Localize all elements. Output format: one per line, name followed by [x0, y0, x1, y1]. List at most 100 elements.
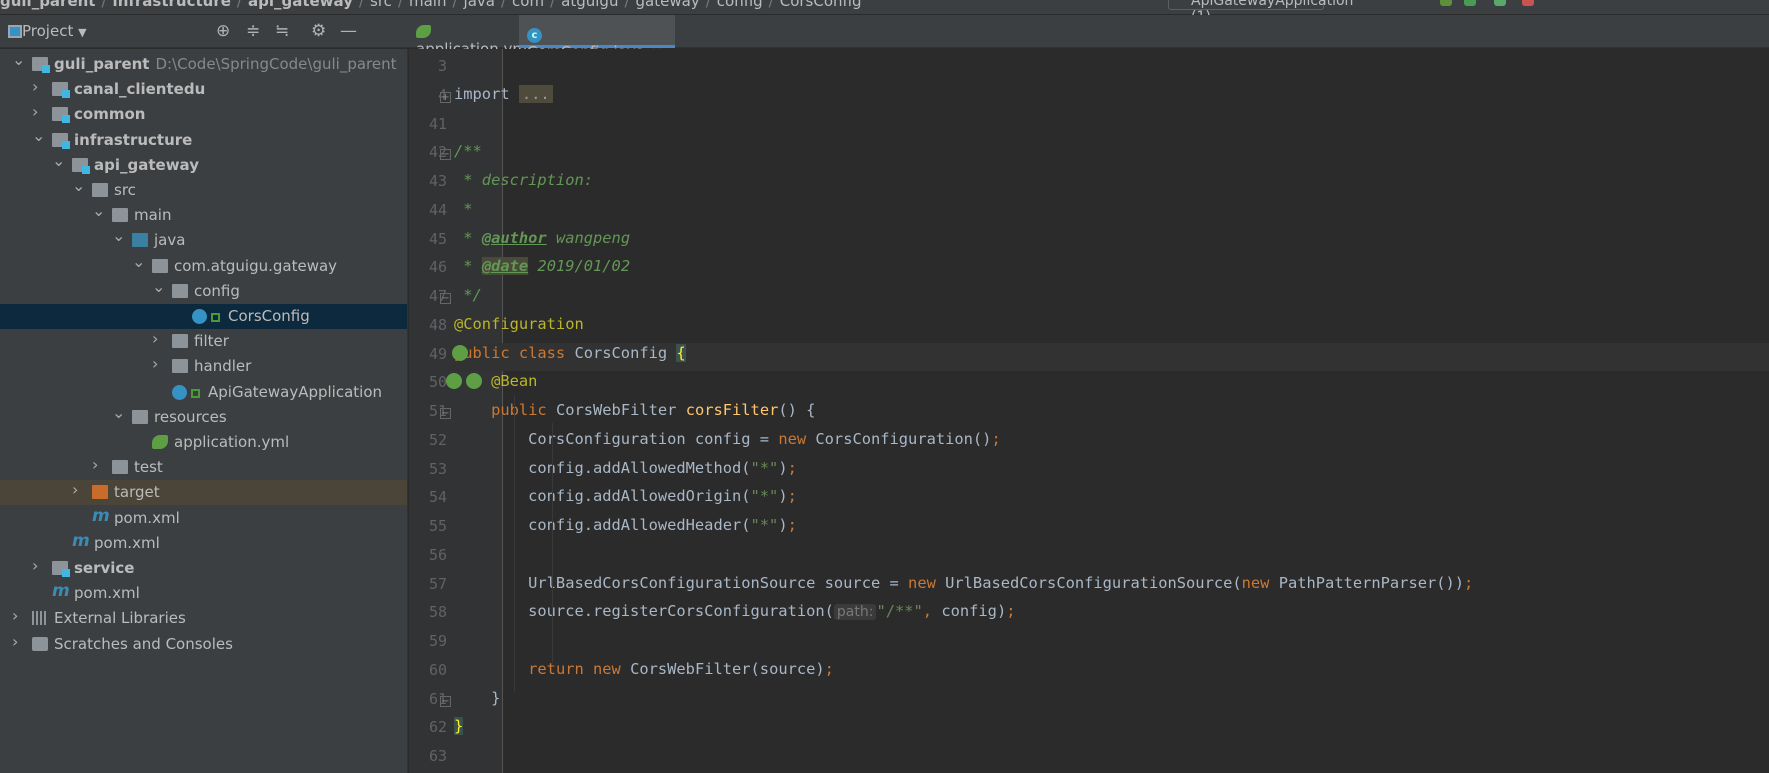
chevron-right-icon[interactable]: › [32, 556, 44, 575]
chevron-right-icon[interactable]: › [32, 77, 44, 96]
breadcrumb-item[interactable]: guli_parent [0, 0, 95, 10]
tree-item[interactable]: ⌄ main [0, 201, 407, 228]
tree-item[interactable]: ⌄ java [0, 226, 407, 253]
stop-icon[interactable] [1522, 0, 1534, 6]
code-token: 2019/01/02 [528, 257, 631, 276]
project-icon [8, 25, 22, 38]
tree-item[interactable]: CorsConfig [0, 304, 407, 329]
chevron-right-icon[interactable]: › [72, 480, 84, 499]
tree-item[interactable]: › canal_clientedu [0, 77, 407, 102]
line-number: 57 [428, 574, 447, 593]
chevron-down-icon[interactable]: ⌄ [72, 176, 85, 195]
collapse-all-icon[interactable]: ≒ [275, 21, 289, 41]
chevron-right-icon[interactable]: › [32, 102, 44, 121]
tab-corsconfig-java[interactable]: cCorsConfig.java✕ [519, 15, 675, 61]
breadcrumb-item[interactable]: atguigu [561, 0, 618, 10]
code-token: CorsWebFilter [555, 401, 686, 419]
tree-item[interactable]: › handler [0, 354, 407, 379]
minimize-icon[interactable]: — [340, 21, 357, 41]
tree-item-name: pom.xml [94, 533, 160, 552]
breadcrumb-item[interactable]: CorsConfig [780, 0, 862, 10]
tree-item[interactable]: ⌄ api_gateway [0, 151, 407, 178]
tree-item-name: src [114, 181, 136, 199]
breadcrumb-separator: / [705, 0, 711, 10]
tree-item-label: service [74, 559, 134, 577]
tree-item[interactable]: ⌄ guli_parent D:\Code\SpringCode\guli_pare… [0, 50, 407, 77]
tree-item[interactable]: m pom.xml [0, 581, 407, 606]
spring-bean-navigate-icon[interactable] [446, 373, 462, 389]
tree-item[interactable]: ⌄ config [0, 277, 407, 304]
tree-item[interactable]: › test [0, 455, 407, 480]
line-number: 41 [428, 114, 447, 133]
code-token: ; [1006, 602, 1016, 621]
spring-bean-class-icon[interactable] [452, 345, 468, 361]
chevron-down-icon[interactable]: ⌄ [132, 252, 145, 271]
breadcrumb-item[interactable]: com [512, 0, 544, 10]
tree-item[interactable]: › common [0, 102, 407, 127]
chevron-down-icon[interactable]: ⌄ [12, 50, 25, 69]
tree-item-label: pom.xml [94, 534, 160, 552]
tree-item[interactable]: ⌄ infrastructure [0, 126, 407, 153]
line-number: 56 [428, 545, 447, 564]
coverage-icon[interactable] [1494, 0, 1506, 6]
tree-item[interactable]: › filter [0, 329, 407, 354]
tree-item[interactable]: m pom.xml [0, 530, 407, 556]
chevron-down-icon[interactable]: ⌄ [32, 126, 45, 145]
fold-collapse-icon[interactable]: − [440, 408, 451, 419]
chevron-down-icon[interactable]: ⌄ [112, 226, 125, 245]
module-path: D:\Code\SpringCode\guli_parent [155, 55, 397, 73]
tree-item[interactable]: › External Libraries [0, 606, 407, 631]
maven-icon: m [72, 530, 90, 551]
tree-item[interactable]: m pom.xml [0, 506, 407, 531]
tree-item[interactable]: ⌄ resources [0, 403, 407, 430]
build-icon[interactable] [1440, 0, 1452, 6]
spring-yaml-icon [416, 25, 431, 38]
chevron-down-icon[interactable]: ⌄ [92, 201, 105, 220]
run-configuration-selector[interactable]: ApiGatewayApplication (1) [1168, 0, 1353, 25]
breadcrumb-item[interactable]: main [409, 0, 446, 10]
tree-item[interactable]: ⌄ src [0, 176, 407, 203]
tree-item[interactable]: › target [0, 480, 407, 506]
tree-item-label: src [114, 181, 136, 199]
tree-item-name: api_gateway [94, 155, 199, 174]
fold-collapse-icon[interactable]: − [440, 149, 451, 161]
gear-icon[interactable]: ⚙ [311, 21, 326, 41]
locate-icon[interactable]: ⊕ [216, 21, 230, 41]
chevron-right-icon[interactable]: › [12, 606, 24, 625]
code-line: import ... [454, 84, 553, 103]
tree-item-label: ApiGatewayApplication [208, 383, 382, 401]
tree-item[interactable]: ⌄ com.atguigu.gateway [0, 252, 407, 279]
debug-icon[interactable] [1464, 0, 1476, 6]
tree-item-name: guli_parent [54, 55, 150, 73]
expand-all-icon[interactable]: ≑ [246, 21, 260, 41]
breadcrumb-item[interactable]: api_gateway [248, 0, 353, 10]
tree-item[interactable]: ApiGatewayApplication [0, 380, 407, 405]
code-token[interactable]: ... [518, 84, 553, 103]
code-token: () { [778, 401, 816, 419]
tree-item-name: target [114, 483, 160, 502]
breadcrumb-item[interactable]: java [464, 0, 495, 10]
tree-item[interactable]: application.yml [0, 430, 407, 455]
chevron-down-icon[interactable]: ⌄ [112, 403, 125, 422]
chevron-right-icon[interactable]: › [12, 632, 24, 651]
breadcrumb-item[interactable]: gateway [636, 0, 700, 10]
tree-item[interactable]: › service [0, 556, 407, 581]
chevron-down-icon[interactable]: ⌄ [52, 151, 65, 170]
chevron-right-icon[interactable]: › [152, 354, 164, 373]
breadcrumb-item[interactable]: config [717, 0, 763, 10]
maven-icon: m [52, 581, 70, 602]
excluded-folder-icon [92, 485, 108, 500]
chevron-right-icon[interactable]: › [92, 455, 104, 474]
breadcrumb-item[interactable]: src [370, 0, 392, 10]
fold-collapse-icon[interactable]: − [440, 695, 451, 707]
fold-collapse-icon[interactable]: − [440, 293, 451, 304]
tree-item[interactable]: › Scratches and Consoles [0, 632, 407, 657]
folder-icon [112, 460, 128, 475]
chevron-down-icon[interactable]: ⌄ [152, 277, 165, 296]
breadcrumb-item[interactable]: infrastructure [113, 0, 231, 10]
spring-bean-check-icon[interactable] [466, 373, 482, 389]
fold-expand-icon[interactable]: + [440, 91, 451, 103]
project-view-selector[interactable]: Project ▼ [22, 22, 87, 40]
code-token: config.addAllowedOrigin( [454, 487, 751, 506]
chevron-right-icon[interactable]: › [152, 329, 164, 348]
